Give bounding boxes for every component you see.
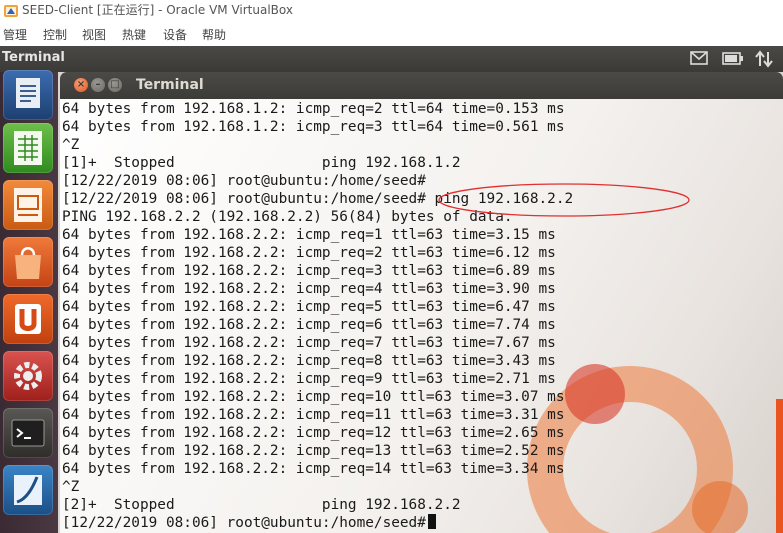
- terminal-line: 64 bytes from 192.168.2.2: icmp_req=14 t…: [62, 461, 565, 477]
- virtualbox-menubar: 管理 控制 视图 热键 设备 帮助: [0, 22, 783, 46]
- terminal-output: 64 bytes from 192.168.1.2: icmp_req=2 tt…: [62, 100, 573, 532]
- software-center-icon[interactable]: [3, 237, 53, 287]
- unity-launcher: [0, 70, 58, 533]
- wallpaper-orange-strip: [776, 399, 783, 533]
- ubuntu-top-panel: Terminal: [0, 46, 783, 72]
- menu-item-control[interactable]: 控制: [43, 27, 67, 43]
- virtualbox-titlebar: SEED-Client [正在运行] - Oracle VM VirtualBo…: [0, 0, 783, 22]
- terminal-line: 64 bytes from 192.168.2.2: icmp_req=4 tt…: [62, 281, 556, 297]
- terminal-line: 64 bytes from 192.168.2.2: icmp_req=1 tt…: [62, 227, 556, 243]
- terminal-line: 64 bytes from 192.168.2.2: icmp_req=10 t…: [62, 389, 565, 405]
- maximize-icon[interactable]: □: [108, 78, 122, 92]
- menu-item-help[interactable]: 帮助: [202, 27, 226, 43]
- terminal-line: 64 bytes from 192.168.1.2: icmp_req=2 tt…: [62, 101, 565, 117]
- window-title: SEED-Client [正在运行] - Oracle VM VirtualBo…: [22, 3, 293, 17]
- mail-icon[interactable]: [690, 51, 708, 65]
- close-icon[interactable]: ×: [74, 78, 88, 92]
- wireshark-icon[interactable]: [3, 465, 53, 515]
- terminal-window-title: Terminal: [136, 77, 204, 93]
- terminal-line: 64 bytes from 192.168.2.2: icmp_req=13 t…: [62, 443, 565, 459]
- menu-item-manage[interactable]: 管理: [3, 27, 27, 43]
- terminal-line: [1]+ Stopped ping 192.168.1.2: [62, 155, 461, 171]
- menu-item-view[interactable]: 视图: [82, 27, 106, 43]
- terminal-body[interactable]: 64 bytes from 192.168.1.2: icmp_req=2 tt…: [60, 99, 783, 533]
- network-icon[interactable]: [755, 50, 773, 68]
- dash-icon[interactable]: [3, 70, 53, 120]
- terminal-line: ^Z: [62, 137, 80, 153]
- annotation-ellipse: [438, 183, 690, 217]
- terminal-line: 64 bytes from 192.168.2.2: icmp_req=12 t…: [62, 425, 565, 441]
- ubuntu-one-icon[interactable]: [3, 294, 53, 344]
- terminal-line: 64 bytes from 192.168.2.2: icmp_req=11 t…: [62, 407, 565, 423]
- menu-item-devices[interactable]: 设备: [163, 27, 187, 43]
- terminal-line: 64 bytes from 192.168.1.2: icmp_req=3 tt…: [62, 119, 565, 135]
- panel-app-title: Terminal: [2, 50, 65, 65]
- menu-item-hotkeys[interactable]: 热键: [122, 27, 146, 43]
- system-settings-icon[interactable]: [3, 351, 53, 401]
- terminal-line: 64 bytes from 192.168.2.2: icmp_req=6 tt…: [62, 317, 556, 333]
- terminal-line: [2]+ Stopped ping 192.168.2.2: [62, 497, 461, 513]
- libreoffice-impress-icon[interactable]: [3, 180, 53, 230]
- terminal-titlebar[interactable]: × – □ Terminal: [60, 72, 783, 99]
- terminal-line: 64 bytes from 192.168.2.2: icmp_req=9 tt…: [62, 371, 556, 387]
- terminal-line: 64 bytes from 192.168.2.2: icmp_req=2 tt…: [62, 245, 556, 261]
- terminal-line: ^Z: [62, 479, 80, 495]
- terminal-line: 64 bytes from 192.168.2.2: icmp_req=8 tt…: [62, 353, 556, 369]
- virtualbox-app-icon: [4, 5, 18, 17]
- terminal-prompt-line[interactable]: [12/22/2019 08:06] root@ubuntu:/home/see…: [62, 514, 573, 532]
- terminal-line: 64 bytes from 192.168.2.2: icmp_req=3 tt…: [62, 263, 556, 279]
- battery-icon[interactable]: [722, 52, 744, 65]
- terminal-line: 64 bytes from 192.168.2.2: icmp_req=5 tt…: [62, 299, 556, 315]
- terminal-prompt: [12/22/2019 08:06] root@ubuntu:/home/see…: [62, 515, 426, 531]
- minimize-icon[interactable]: –: [91, 78, 105, 92]
- libreoffice-calc-icon[interactable]: [3, 123, 53, 173]
- terminal-line: 64 bytes from 192.168.2.2: icmp_req=7 tt…: [62, 335, 556, 351]
- terminal-icon[interactable]: [3, 408, 53, 458]
- text-cursor: [427, 514, 436, 529]
